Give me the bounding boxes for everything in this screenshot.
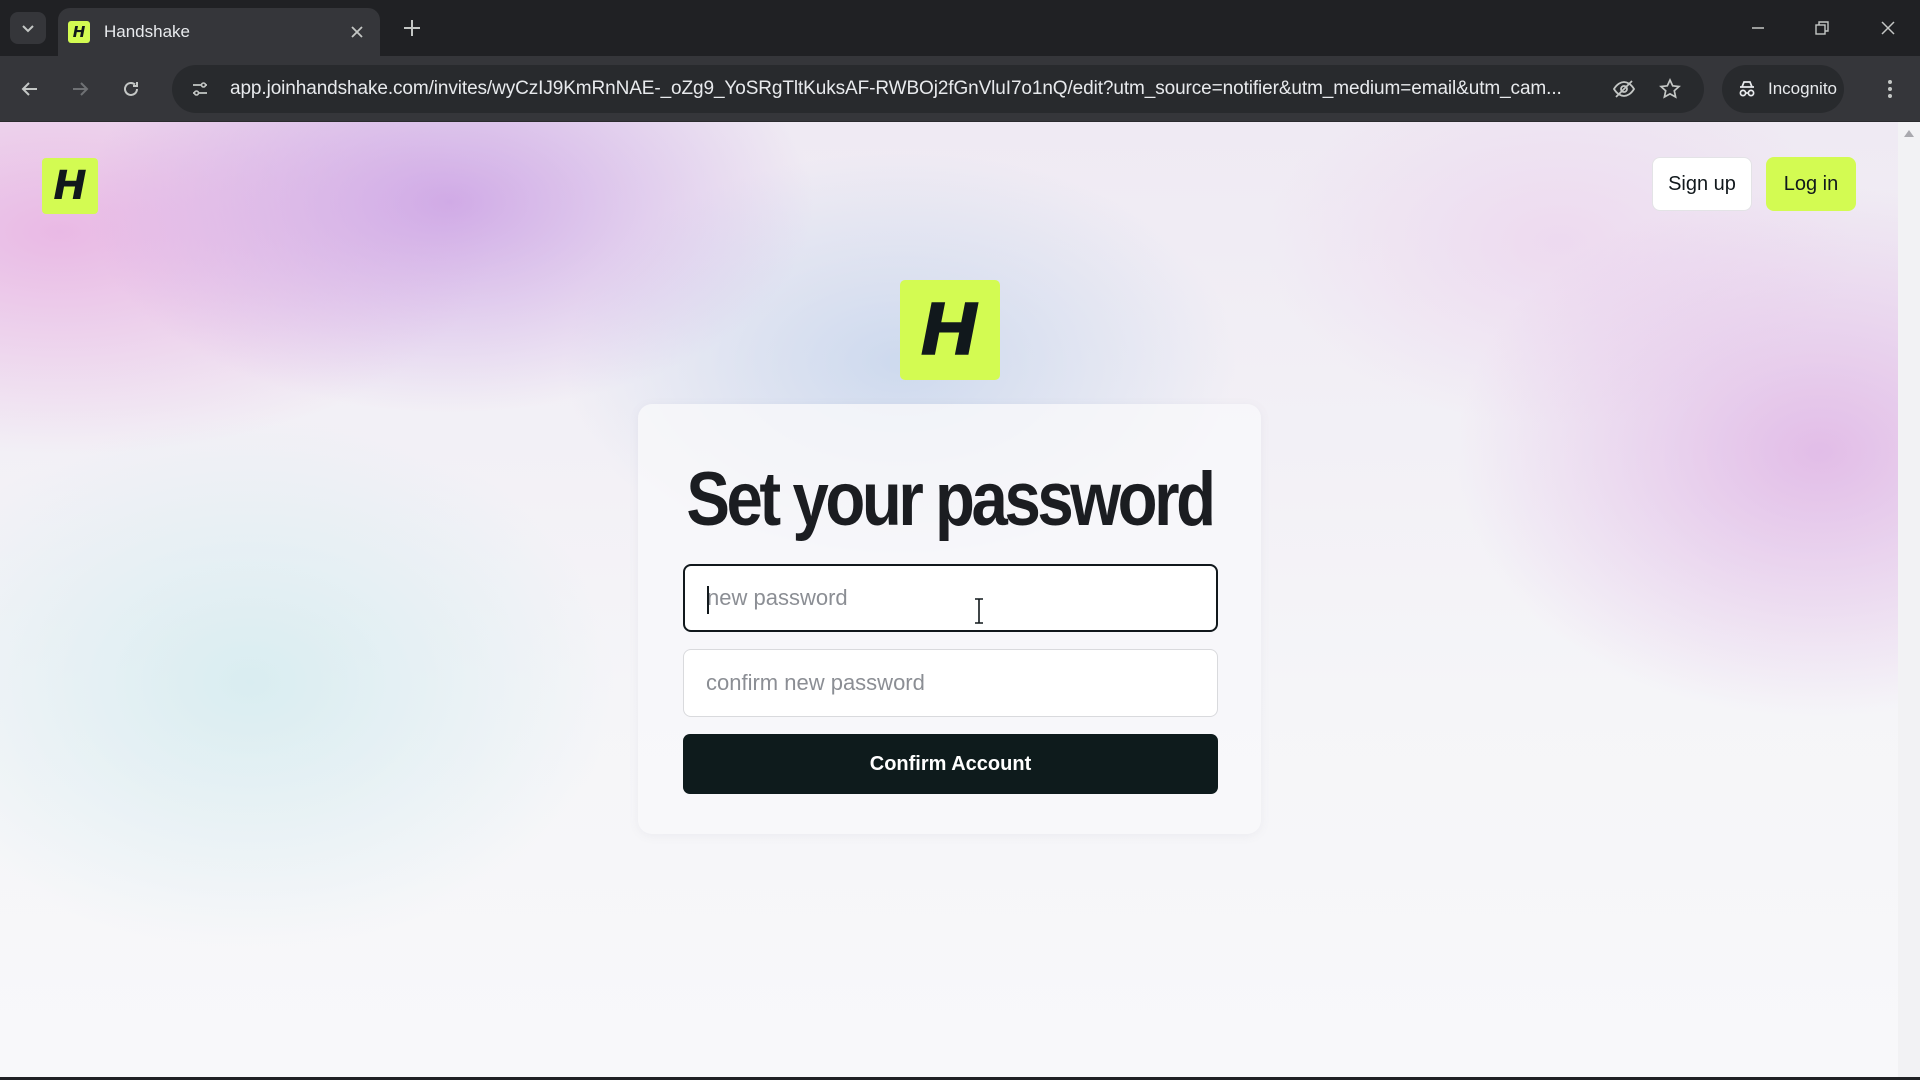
handshake-logo-large: H <box>900 280 1000 380</box>
back-button[interactable] <box>12 71 48 107</box>
plus-icon <box>404 20 420 36</box>
tune-icon <box>193 82 207 96</box>
restore-button[interactable] <box>1798 6 1846 50</box>
confirm-password-field[interactable]: confirm new password <box>683 649 1218 717</box>
handshake-favicon-icon: H <box>68 21 90 43</box>
page-title: Set your password <box>686 457 1216 542</box>
new-tab-button[interactable] <box>396 12 428 44</box>
text-cursor-icon <box>975 598 983 624</box>
reload-icon <box>124 81 138 96</box>
star-icon <box>1659 78 1681 99</box>
confirm-password-placeholder: confirm new password <box>706 670 925 695</box>
new-password-field[interactable]: new password <box>683 564 1218 632</box>
minimize-icon <box>1752 27 1764 29</box>
address-bar[interactable]: app.joinhandshake.com/invites/wyCzIJ9KmR… <box>172 65 1704 113</box>
browser-tab[interactable]: H Handshake <box>58 8 380 56</box>
forward-arrow-icon <box>73 82 89 96</box>
browser-menu-button[interactable] <box>1872 71 1908 107</box>
minimize-button[interactable] <box>1734 6 1782 50</box>
close-window-icon <box>1881 21 1895 35</box>
page-content: H Sign up Log in H Set your password new… <box>0 122 1920 1077</box>
incognito-indicator[interactable]: Incognito <box>1722 65 1844 113</box>
eye-off-icon <box>1612 80 1636 98</box>
confirm-account-button[interactable]: Confirm Account <box>683 734 1218 794</box>
kebab-menu-icon <box>1888 80 1892 98</box>
bookmark-button[interactable] <box>1652 71 1688 107</box>
browser-toolbar: app.joinhandshake.com/invites/wyCzIJ9KmR… <box>0 56 1920 122</box>
sign-up-button[interactable]: Sign up <box>1652 157 1752 211</box>
forward-button[interactable] <box>62 71 98 107</box>
page-scrollbar[interactable] <box>1898 122 1920 1077</box>
incognito-label: Incognito <box>1768 79 1837 98</box>
back-arrow-icon <box>21 82 37 96</box>
tab-search-button[interactable] <box>10 12 46 44</box>
chevron-down-icon <box>22 25 34 33</box>
tab-close-button[interactable] <box>346 21 368 43</box>
reload-button[interactable] <box>113 71 149 107</box>
browser-tabstrip: H Handshake <box>0 0 1920 56</box>
incognito-icon <box>1739 81 1755 97</box>
site-info-button[interactable] <box>184 73 216 105</box>
close-window-button[interactable] <box>1864 6 1912 50</box>
close-icon <box>351 26 363 38</box>
password-card: Set your password new password confirm n… <box>638 404 1261 834</box>
new-password-placeholder: new password <box>707 585 848 610</box>
tracking-protection-button[interactable] <box>1606 71 1642 107</box>
text-caret <box>707 586 709 614</box>
log-in-button[interactable]: Log in <box>1766 157 1856 211</box>
tab-title: Handshake <box>104 22 191 41</box>
url-text[interactable]: app.joinhandshake.com/invites/wyCzIJ9KmR… <box>230 78 1596 100</box>
handshake-logo[interactable]: H <box>42 158 98 214</box>
restore-icon <box>1815 21 1829 35</box>
scroll-up-arrow-icon[interactable] <box>1904 130 1914 137</box>
